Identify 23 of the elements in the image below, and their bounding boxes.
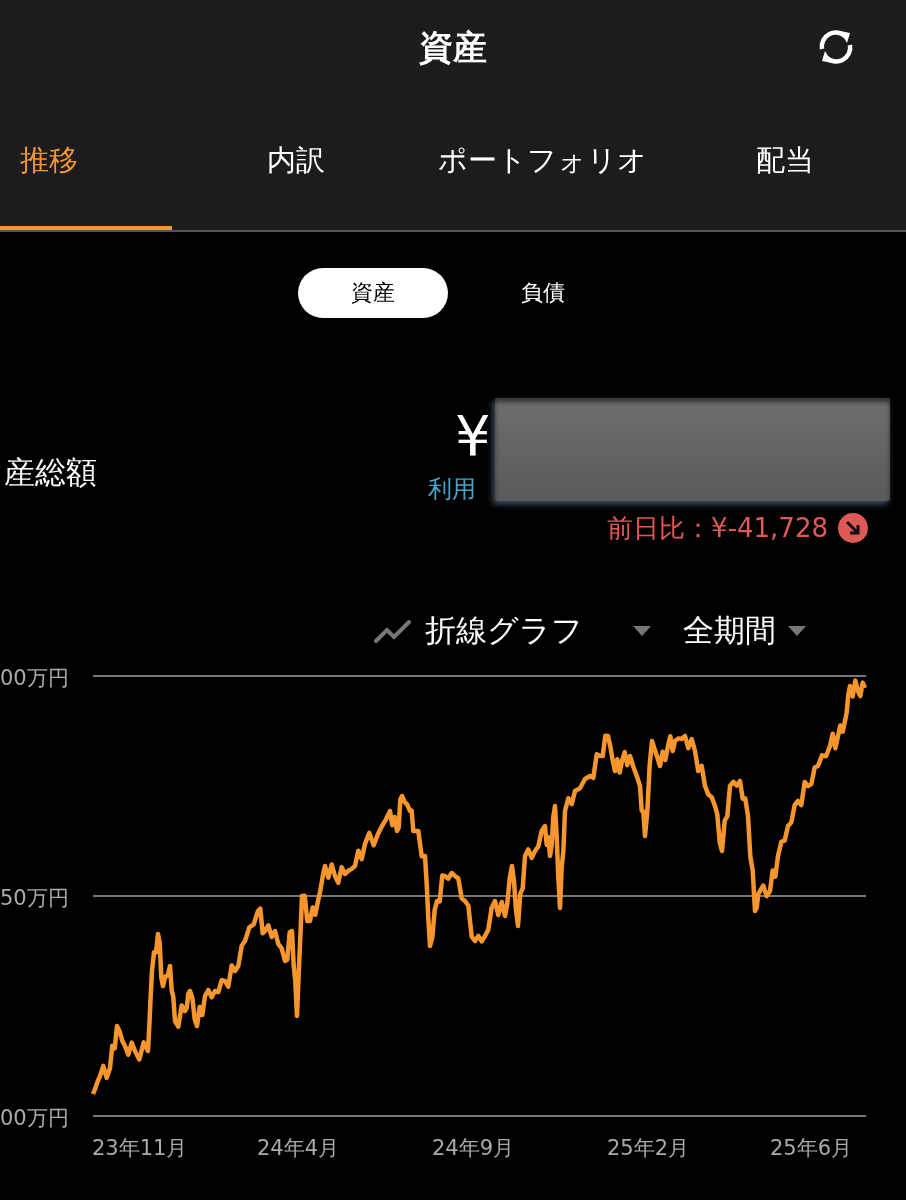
tab[interactable]: 配当 [664,95,906,230]
tab[interactable]: 推移 [0,95,172,230]
caret-icon[interactable] [786,624,808,638]
axis-label: 00万円 [0,666,69,690]
screen-title: 資産 [419,25,487,69]
axis-label: 24年4月 [257,1136,340,1160]
axis-label: 24年9月 [432,1136,515,1160]
axis-label: 25年2月 [607,1136,690,1160]
available-label: 利用 [428,473,477,505]
segment-button[interactable]: 資産 [298,268,448,318]
segment-button[interactable]: 負債 [468,268,618,318]
total-label: 産総額 [3,453,98,492]
axis-label: 00万円 [0,1106,69,1130]
period-dropdown[interactable]: 全期間 [683,610,776,652]
daily-change: 前日比：¥-41,728 [607,511,828,545]
tab[interactable]: ポートフォリオ [420,95,664,230]
caret-icon[interactable] [631,624,653,638]
tab[interactable]: 内訳 [172,95,420,230]
currency-symbol: ¥ [455,401,491,470]
axis-label: 25年6月 [770,1136,853,1160]
axis-label: 23年11月 [92,1136,188,1160]
axis-label: 50万円 [0,886,69,910]
chart-type-dropdown[interactable]: 折線グラフ [425,610,583,652]
